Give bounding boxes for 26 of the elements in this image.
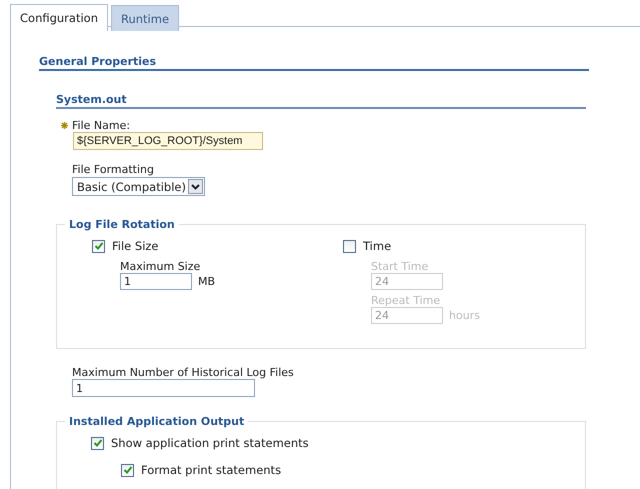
caret-icon — [188, 179, 203, 194]
unit-label: MB — [198, 275, 216, 288]
field-label: Maximum Size — [120, 260, 200, 273]
unit-label: hours — [449, 309, 480, 322]
checkbox-label: File Size — [112, 239, 159, 253]
checkbox[interactable] — [91, 436, 104, 450]
checkbox[interactable] — [121, 464, 134, 476]
tab[interactable]: Configuration — [10, 4, 108, 31]
fieldset-legend: Log File Rotation — [65, 218, 179, 231]
fieldset-legend: Installed Application Output — [65, 415, 248, 428]
historical-files-field[interactable]: 1 — [72, 379, 255, 397]
checkbox-label: Show application print statements — [111, 436, 309, 450]
dropdown[interactable]: Basic (Compatible) — [72, 177, 205, 196]
tab[interactable]: Runtime — [111, 5, 180, 31]
field-label: Start Time — [371, 260, 428, 273]
checkbox[interactable] — [92, 240, 105, 252]
checkbox-label: Format print statements — [141, 463, 282, 477]
field-label: File Formatting — [72, 163, 154, 176]
field-label: Repeat Time — [371, 294, 440, 307]
field-label: Maximum Number of Historical Log Files — [72, 366, 294, 379]
maximum-size-field[interactable]: 1 — [120, 273, 192, 290]
section-title: General Properties — [39, 55, 589, 71]
checkbox-label: Time — [363, 239, 392, 253]
subsection-title: System.out — [56, 93, 586, 109]
field-label: File Name: — [72, 119, 130, 132]
file-name-field[interactable]: ${SERVER_LOG_ROOT}/System — [73, 132, 263, 150]
